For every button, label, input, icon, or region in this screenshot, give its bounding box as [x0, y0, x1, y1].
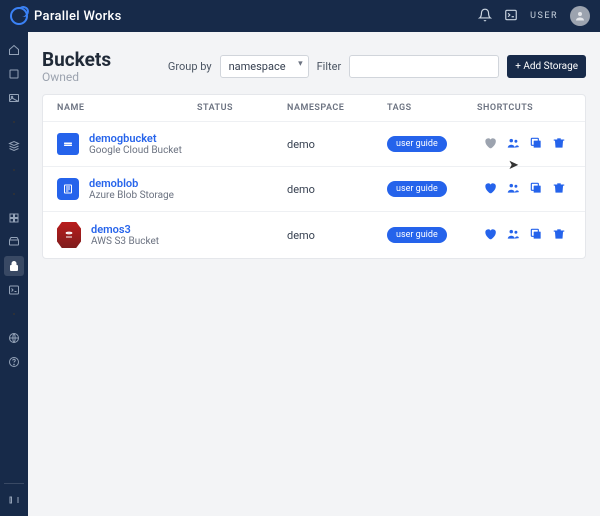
groupby-select[interactable]: namespace — [220, 55, 309, 78]
table-row: demoblob Azure Blob Storage demo user gu… — [43, 166, 585, 211]
filter-label: Filter — [317, 60, 342, 73]
user-label: USER — [530, 11, 558, 21]
sidebar-drive-icon[interactable] — [4, 232, 24, 252]
sidebar-dot-icon[interactable] — [4, 160, 24, 180]
delete-icon[interactable] — [552, 181, 566, 198]
share-icon[interactable] — [506, 227, 520, 244]
sidebar-lock-icon[interactable] — [4, 256, 24, 276]
favorite-icon[interactable] — [483, 136, 497, 153]
page-subtitle: Owned — [42, 70, 111, 84]
delete-icon[interactable] — [552, 136, 566, 153]
sidebar-dot-icon[interactable] — [4, 112, 24, 132]
col-name: NAME — [57, 103, 197, 113]
bucket-provider-label: AWS S3 Bucket — [91, 236, 159, 247]
namespace-cell: demo — [287, 229, 387, 242]
tag-pill[interactable]: user guide — [387, 227, 447, 243]
col-tags: TAGS — [387, 103, 477, 113]
sidebar-dot-icon[interactable] — [4, 304, 24, 324]
sidebar-dot-icon[interactable] — [4, 184, 24, 204]
col-status: STATUS — [197, 103, 287, 113]
copy-icon[interactable] — [529, 136, 543, 153]
copy-icon[interactable] — [529, 227, 543, 244]
terminal-icon[interactable] — [504, 7, 518, 26]
brand-text: Parallel Works — [34, 9, 122, 24]
bucket-provider-label: Google Cloud Bucket — [89, 145, 182, 156]
share-icon[interactable] — [506, 181, 520, 198]
avatar[interactable] — [570, 6, 590, 26]
page-title: Buckets — [42, 48, 111, 71]
tag-pill[interactable]: user guide — [387, 136, 447, 152]
bucket-name-link[interactable]: demogbucket — [89, 132, 182, 145]
sidebar-collapse-icon[interactable] — [4, 490, 24, 510]
bucket-name-link[interactable]: demos3 — [91, 223, 159, 236]
tag-pill[interactable]: user guide — [387, 181, 447, 197]
sidebar-stack-icon[interactable] — [4, 136, 24, 156]
gcs-provider-icon — [57, 133, 79, 155]
sidebar — [0, 32, 28, 516]
brand-logo-icon — [10, 7, 28, 25]
sidebar-box-icon[interactable] — [4, 64, 24, 84]
share-icon[interactable] — [506, 136, 520, 153]
sidebar-home-icon[interactable] — [4, 40, 24, 60]
sidebar-terminal-icon[interactable] — [4, 280, 24, 300]
copy-icon[interactable] — [529, 181, 543, 198]
favorite-icon[interactable] — [483, 181, 497, 198]
buckets-table: NAME STATUS NAMESPACE TAGS SHORTCUTS dem… — [42, 94, 586, 259]
sidebar-grid-icon[interactable] — [4, 208, 24, 228]
namespace-cell: demo — [287, 138, 387, 151]
favorite-icon[interactable] — [483, 227, 497, 244]
brand: Parallel Works — [10, 7, 122, 25]
sidebar-image-icon[interactable] — [4, 88, 24, 108]
bucket-name-link[interactable]: demoblob — [89, 177, 174, 190]
filter-input[interactable] — [349, 55, 499, 78]
sidebar-globe-icon[interactable] — [4, 328, 24, 348]
col-namespace: NAMESPACE — [287, 103, 387, 113]
namespace-cell: demo — [287, 183, 387, 196]
table-row: demogbucket Google Cloud Bucket demo use… — [43, 121, 585, 166]
aws-provider-icon — [57, 222, 81, 248]
bell-icon[interactable] — [478, 7, 492, 26]
table-row: demos3 AWS S3 Bucket demo user guide — [43, 211, 585, 258]
add-storage-button[interactable]: + Add Storage — [507, 55, 586, 78]
delete-icon[interactable] — [552, 227, 566, 244]
groupby-label: Group by — [168, 60, 212, 73]
col-shortcuts: SHORTCUTS — [477, 103, 571, 113]
bucket-provider-label: Azure Blob Storage — [89, 190, 174, 201]
azure-provider-icon — [57, 178, 79, 200]
sidebar-help-icon[interactable] — [4, 352, 24, 372]
